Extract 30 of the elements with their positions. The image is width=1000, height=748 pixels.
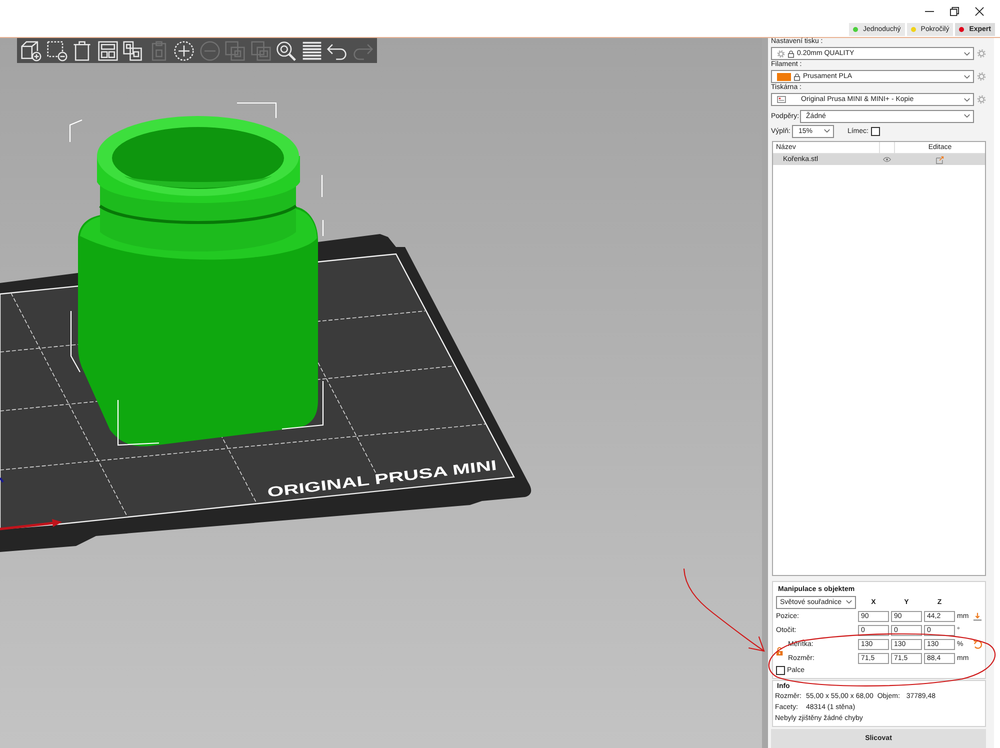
gear-icon bbox=[777, 50, 785, 58]
arrow-down-to-line-icon[interactable] bbox=[973, 612, 982, 620]
bed-label: ORIGINAL PRUSA MINI bbox=[266, 457, 498, 500]
padlock-icon[interactable] bbox=[776, 646, 784, 656]
chevron-down-icon bbox=[964, 52, 970, 56]
dashed-circle-plus-icon[interactable] bbox=[173, 40, 195, 62]
restore-icon[interactable] bbox=[950, 6, 959, 16]
eye-icon[interactable] bbox=[883, 157, 891, 162]
trash-icon[interactable] bbox=[71, 40, 93, 62]
chevron-down-icon bbox=[824, 129, 830, 133]
checkbox[interactable] bbox=[871, 126, 880, 136]
checkbox[interactable] bbox=[776, 666, 785, 675]
3d-viewport[interactable]: ORIGINAL PRUSA MINI bbox=[0, 38, 762, 748]
copy-icon[interactable] bbox=[122, 40, 144, 62]
layout-icon[interactable] bbox=[96, 40, 118, 62]
layers-icon[interactable] bbox=[300, 40, 322, 62]
search-icon[interactable] bbox=[275, 40, 297, 62]
close-icon[interactable] bbox=[975, 6, 984, 16]
chevron-down-icon bbox=[964, 74, 970, 78]
chevron-down-icon bbox=[846, 600, 852, 604]
chevron-down-icon bbox=[964, 114, 970, 118]
lock-icon bbox=[794, 72, 800, 80]
lock-icon bbox=[788, 50, 794, 58]
z-axis-line bbox=[0, 477, 4, 483]
cube-plus-icon[interactable] bbox=[20, 40, 42, 62]
dashed-square-minus-icon[interactable] bbox=[46, 40, 68, 62]
chevron-down-icon bbox=[964, 98, 970, 102]
small-window-icon bbox=[777, 96, 786, 103]
circular-arrow-icon[interactable] bbox=[973, 640, 982, 648]
x-axis-arrow bbox=[0, 519, 62, 530]
